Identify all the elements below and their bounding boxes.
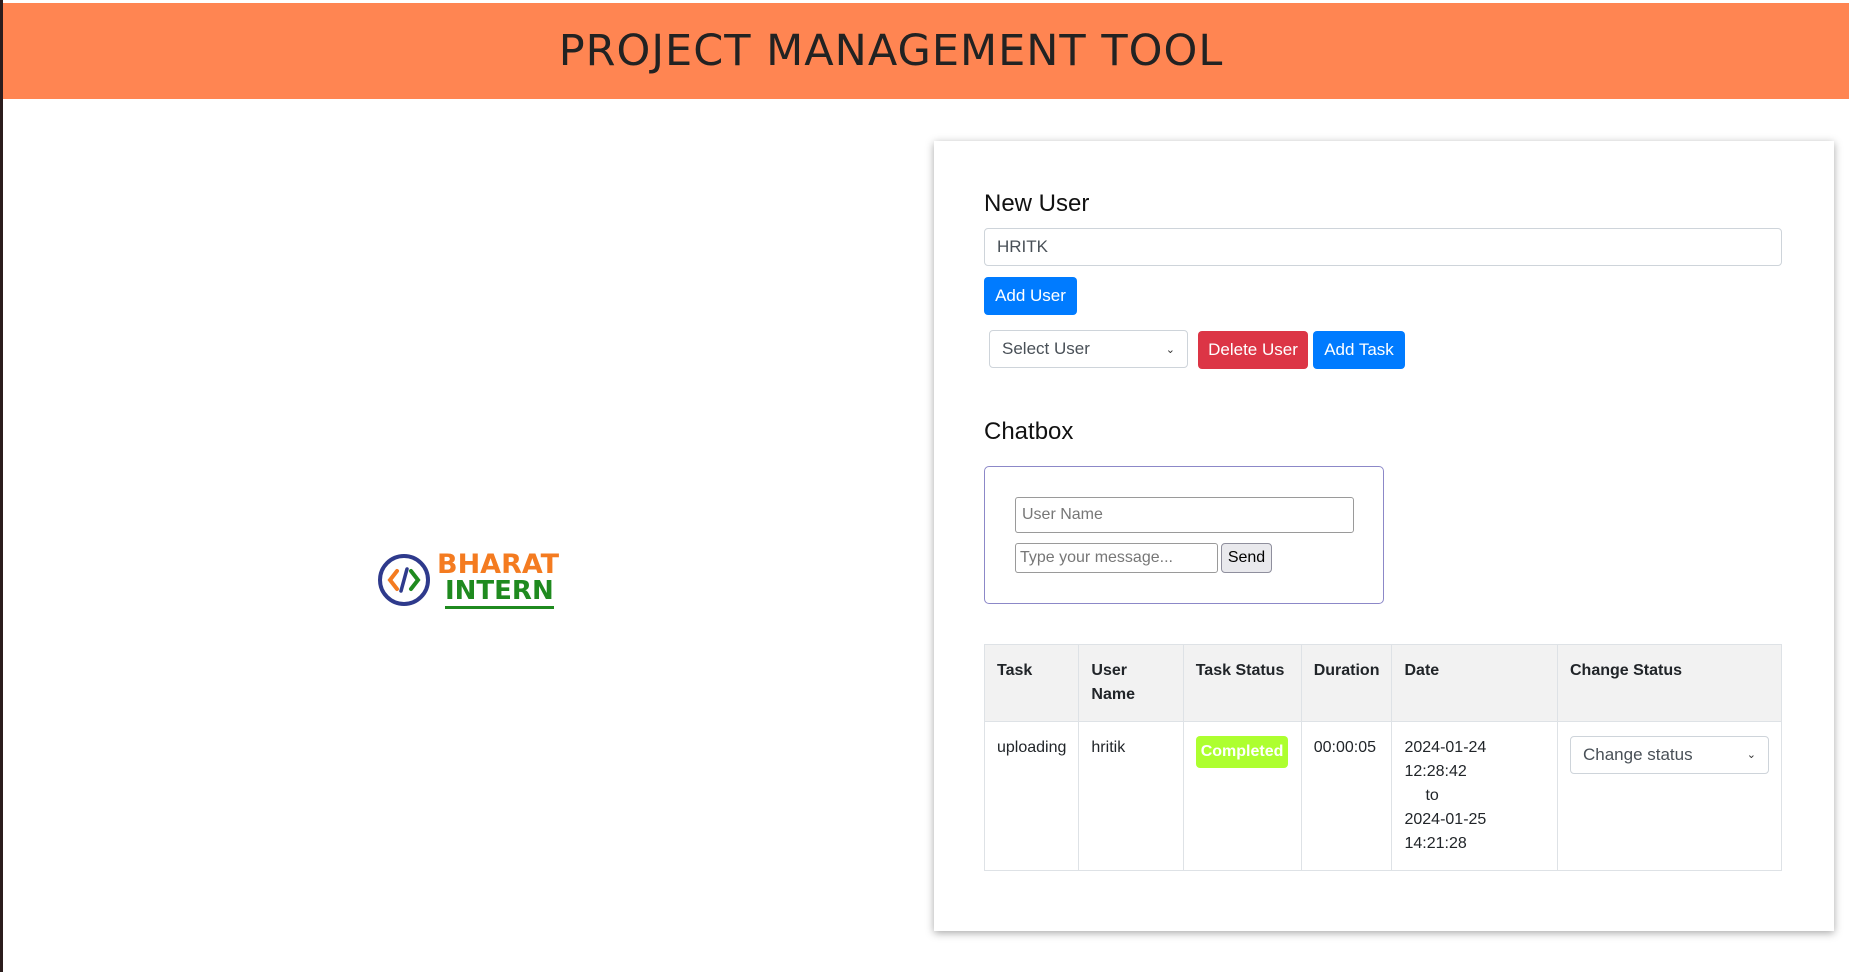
chatbox-heading: Chatbox bbox=[984, 418, 1074, 445]
col-header-date: Date bbox=[1391, 644, 1558, 722]
chatbox: User Name Type your message... Send bbox=[984, 466, 1384, 604]
logo-word-intern: INTERN bbox=[445, 578, 554, 609]
date-end-day: 2024-01-25 bbox=[1404, 811, 1487, 828]
date-separator: to bbox=[1425, 787, 1439, 804]
add-task-button[interactable]: Add Task bbox=[1313, 331, 1405, 369]
cell-duration: 00:00:05 bbox=[1300, 721, 1393, 871]
cell-user-name: hritik bbox=[1078, 721, 1184, 871]
task-table: Task User Name Task Status Duration Date… bbox=[983, 644, 1783, 871]
date-start-day: 2024-01-24 bbox=[1404, 739, 1487, 756]
code-brackets-icon bbox=[378, 554, 430, 606]
cell-task: uploading bbox=[983, 721, 1080, 871]
bharat-intern-logo: BHARAT INTERN bbox=[377, 551, 559, 609]
logo-word-bharat: BHARAT bbox=[437, 549, 560, 580]
select-user-dropdown[interactable]: Select User ⌄ bbox=[989, 330, 1188, 368]
cell-date: 2024-01-24 12:28:42 to 2024-01-25 14:21:… bbox=[1391, 721, 1558, 871]
new-user-input[interactable] bbox=[984, 228, 1782, 266]
delete-user-button[interactable]: Delete User bbox=[1198, 331, 1308, 369]
add-user-button[interactable]: Add User bbox=[984, 277, 1077, 315]
status-badge: Completed bbox=[1195, 736, 1289, 768]
col-header-task-status: Task Status bbox=[1182, 644, 1302, 722]
left-edge-rule bbox=[0, 0, 3, 972]
date-start-time: 12:28:42 bbox=[1404, 763, 1467, 780]
chat-user-name-input[interactable]: User Name bbox=[1015, 497, 1354, 533]
management-panel: New User Add User Select User ⌄ Delete U… bbox=[934, 141, 1834, 931]
col-header-duration: Duration bbox=[1300, 644, 1393, 722]
chevron-down-icon: ⌄ bbox=[1746, 749, 1756, 761]
new-user-heading: New User bbox=[984, 190, 1090, 217]
table-header-row: Task User Name Task Status Duration Date… bbox=[983, 644, 1783, 722]
col-header-task: Task bbox=[983, 644, 1080, 722]
change-status-dropdown[interactable]: Change status ⌄ bbox=[1569, 736, 1769, 774]
date-end-time: 14:21:28 bbox=[1404, 835, 1467, 852]
col-header-user-name: User Name bbox=[1078, 644, 1184, 722]
app-header: PROJECT MANAGEMENT TOOL bbox=[3, 3, 1849, 99]
page-title: PROJECT MANAGEMENT TOOL bbox=[558, 26, 1224, 76]
select-user-value: Select User bbox=[1002, 339, 1090, 358]
send-button[interactable]: Send bbox=[1221, 543, 1272, 573]
cell-task-status: Completed bbox=[1182, 721, 1302, 871]
chevron-down-icon: ⌄ bbox=[1165, 343, 1175, 356]
table-row: uploading hritik Completed 00:00:05 2024… bbox=[983, 721, 1783, 871]
col-header-change-status: Change Status bbox=[1556, 644, 1783, 722]
chat-message-input[interactable]: Type your message... bbox=[1015, 543, 1218, 573]
change-status-value: Change status bbox=[1582, 745, 1693, 764]
cell-change-status: Change status ⌄ bbox=[1556, 721, 1783, 871]
